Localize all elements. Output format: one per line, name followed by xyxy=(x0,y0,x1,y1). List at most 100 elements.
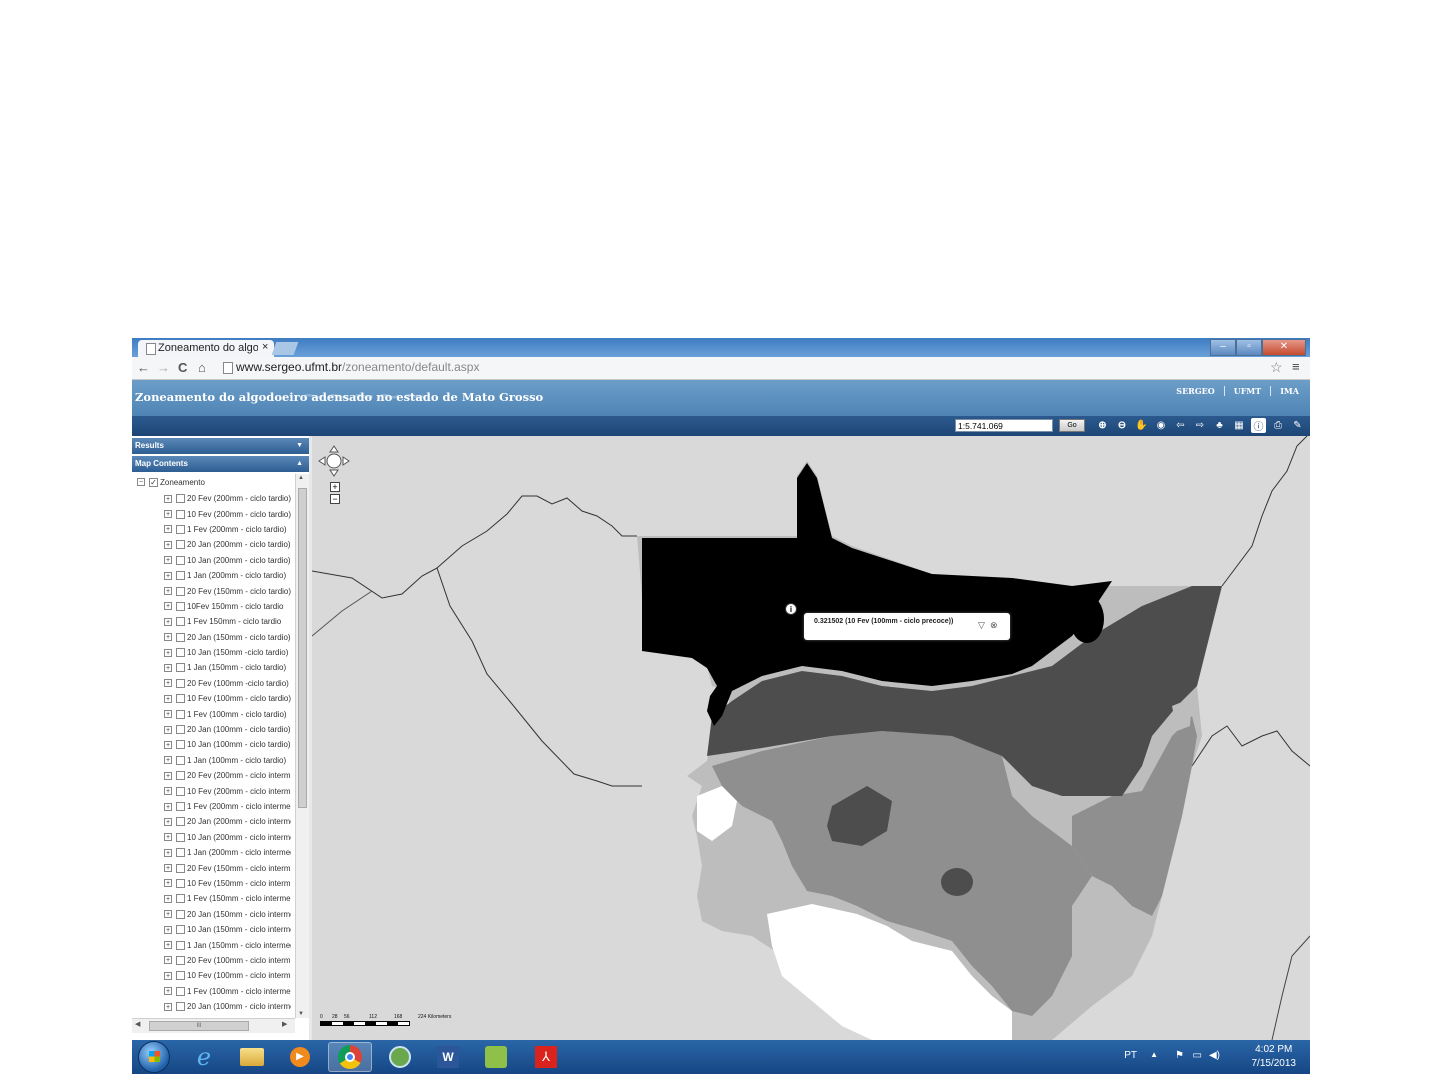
minimize-button[interactable]: – xyxy=(1210,339,1236,356)
tab-close-icon[interactable]: × xyxy=(262,341,268,353)
measure-icon[interactable]: ✎ xyxy=(1290,418,1305,433)
hierarchy-icon[interactable]: ♣ xyxy=(1212,418,1227,433)
popup-collapse-icon[interactable]: ▽ xyxy=(978,620,985,631)
layer-checkbox[interactable] xyxy=(176,863,185,873)
layer-checkbox[interactable] xyxy=(176,709,185,719)
layer-item[interactable]: +20 Jan (200mm - ciclo intermediário) xyxy=(164,814,291,829)
layer-item[interactable]: +20 Fev (150mm - ciclo tardio) xyxy=(164,583,291,598)
layer-item[interactable]: +10 Fev (200mm - ciclo tardio) xyxy=(164,506,291,521)
horizontal-scrollbar[interactable]: ◀ III ▶ xyxy=(132,1018,295,1033)
layer-item[interactable]: +20 Fev (200mm - ciclo tardio) xyxy=(164,491,291,506)
expand-node-icon[interactable]: + xyxy=(164,694,172,703)
expand-node-icon[interactable]: + xyxy=(164,817,172,826)
layer-checkbox[interactable] xyxy=(176,632,185,642)
scroll-left-icon[interactable]: ◀ xyxy=(135,1020,140,1028)
layer-checkbox[interactable] xyxy=(176,909,185,919)
expand-node-icon[interactable]: + xyxy=(164,879,172,888)
layer-checkbox[interactable] xyxy=(176,648,185,658)
popup-close-icon[interactable]: ⊗ xyxy=(990,620,998,631)
go-button[interactable]: Go xyxy=(1059,419,1085,432)
layer-checkbox[interactable] xyxy=(176,586,185,596)
header-link-ufmt[interactable]: UFMT xyxy=(1223,386,1270,396)
layer-item[interactable]: +10 Fev (100mm - ciclo tardio) xyxy=(164,691,291,706)
layer-checkbox[interactable] xyxy=(176,540,185,550)
layer-checkbox[interactable] xyxy=(176,1002,185,1012)
expand-node-icon[interactable]: + xyxy=(164,956,172,965)
expand-node-icon[interactable]: + xyxy=(164,494,172,503)
layer-checkbox[interactable] xyxy=(176,555,185,565)
layer-checkbox[interactable] xyxy=(176,832,185,842)
map-zoom-in-button[interactable]: + xyxy=(330,482,340,492)
expand-node-icon[interactable]: + xyxy=(164,540,172,549)
scroll-down-icon[interactable]: ▼ xyxy=(298,1011,304,1017)
expand-node-icon[interactable]: + xyxy=(164,740,172,749)
expand-node-icon[interactable]: + xyxy=(164,894,172,903)
layer-item[interactable]: +10 Jan (100mm - ciclo tardio) xyxy=(164,737,291,752)
vertical-scrollbar[interactable]: ▲ ▼ xyxy=(295,474,309,1018)
address-bar[interactable]: www.sergeo.ufmt.br/zoneamento/default.as… xyxy=(218,359,1270,376)
layer-checkbox[interactable] xyxy=(176,786,185,796)
expand-node-icon[interactable]: + xyxy=(164,525,172,534)
expand-node-icon[interactable]: + xyxy=(164,864,172,873)
layer-checkbox[interactable] xyxy=(176,601,185,611)
expand-node-icon[interactable]: + xyxy=(164,802,172,811)
identify-pin-icon[interactable]: i xyxy=(785,603,797,615)
layer-checkbox[interactable] xyxy=(176,740,185,750)
layer-item[interactable]: +10 Jan (200mm - ciclo tardio) xyxy=(164,553,291,568)
layer-item[interactable]: +20 Fev (200mm - ciclo intermediário) xyxy=(164,768,291,783)
expand-node-icon[interactable]: + xyxy=(164,587,172,596)
layer-item[interactable]: +10 Jan (200mm - ciclo intermediário) xyxy=(164,830,291,845)
back-icon[interactable]: ← xyxy=(137,360,150,375)
expand-node-icon[interactable]: + xyxy=(164,771,172,780)
expand-node-icon[interactable]: + xyxy=(164,1002,172,1011)
expand-node-icon[interactable]: + xyxy=(164,556,172,565)
layer-item[interactable]: +1 Jan (100mm - ciclo tardio) xyxy=(164,753,291,768)
header-link-sergeo[interactable]: SERGEO xyxy=(1167,386,1223,396)
home-icon[interactable]: ⌂ xyxy=(198,360,206,375)
pan-control-icon[interactable] xyxy=(317,444,351,478)
layer-checkbox[interactable] xyxy=(176,878,185,888)
expand-node-icon[interactable]: + xyxy=(164,602,172,611)
expand-node-icon[interactable]: + xyxy=(164,633,172,642)
layer-item[interactable]: +1 Fev (200mm - ciclo tardio) xyxy=(164,522,291,537)
layer-checkbox[interactable] xyxy=(176,848,185,858)
close-window-button[interactable]: ✕ xyxy=(1262,339,1306,356)
scroll-thumb[interactable] xyxy=(298,488,307,808)
previous-extent-icon[interactable]: ⇦ xyxy=(1173,418,1188,433)
print-icon[interactable]: ⎙ xyxy=(1271,418,1286,433)
layer-item[interactable]: +20 Fev (100mm -ciclo tardio) xyxy=(164,676,291,691)
taskbar-explorer[interactable] xyxy=(230,1042,274,1072)
layer-checkbox[interactable] xyxy=(176,771,185,781)
scroll-right-icon[interactable]: ▶ xyxy=(282,1020,287,1028)
layer-item[interactable]: +1 Jan (150mm - ciclo tardio) xyxy=(164,660,291,675)
layer-item[interactable]: +10 Jan (150mm - ciclo intermediário) xyxy=(164,922,291,937)
layer-checkbox[interactable] xyxy=(176,955,185,965)
expand-node-icon[interactable]: + xyxy=(164,648,172,657)
taskbar-acrobat[interactable]: ⅄ xyxy=(524,1042,568,1072)
layer-checkbox[interactable] xyxy=(176,894,185,904)
expand-node-icon[interactable]: + xyxy=(164,710,172,719)
collapse-icon[interactable]: ▼ xyxy=(296,438,303,454)
layer-checkbox[interactable] xyxy=(176,725,185,735)
layer-item[interactable]: +1 Fev (200mm - ciclo intermediário) xyxy=(164,799,291,814)
expand-node-icon[interactable]: + xyxy=(164,787,172,796)
expand-node-icon[interactable]: + xyxy=(164,971,172,980)
map-zoom-out-button[interactable]: − xyxy=(330,494,340,504)
layer-checkbox[interactable] xyxy=(176,678,185,688)
layer-item[interactable]: +10 Fev (100mm - ciclo intermediário) xyxy=(164,968,291,983)
layer-item[interactable]: +1 Jan (200mm - ciclo tardio) xyxy=(164,568,291,583)
header-link-ima[interactable]: IMA xyxy=(1270,386,1308,396)
clock[interactable]: 4:02 PM 7/15/2013 xyxy=(1252,1043,1297,1071)
full-extent-icon[interactable]: ◉ xyxy=(1154,418,1169,433)
layer-item[interactable]: +20 Jan (100mm - ciclo tardio) xyxy=(164,722,291,737)
layer-checkbox[interactable] xyxy=(176,494,185,504)
taskbar-chrome[interactable] xyxy=(328,1042,372,1072)
taskbar-qgis[interactable] xyxy=(378,1042,422,1072)
scroll-thumb-horizontal[interactable]: III xyxy=(149,1021,249,1031)
network-icon[interactable]: ▭ xyxy=(1193,1050,1202,1061)
layer-item[interactable]: +1 Fev (100mm - ciclo tardio) xyxy=(164,706,291,721)
expand-node-icon[interactable]: + xyxy=(164,941,172,950)
volume-icon[interactable]: ◀) xyxy=(1209,1050,1220,1061)
layer-item[interactable]: +20 Fev (150mm - ciclo intermediário) xyxy=(164,860,291,875)
layer-item[interactable]: +10 Jan (150mm -ciclo tardio) xyxy=(164,645,291,660)
